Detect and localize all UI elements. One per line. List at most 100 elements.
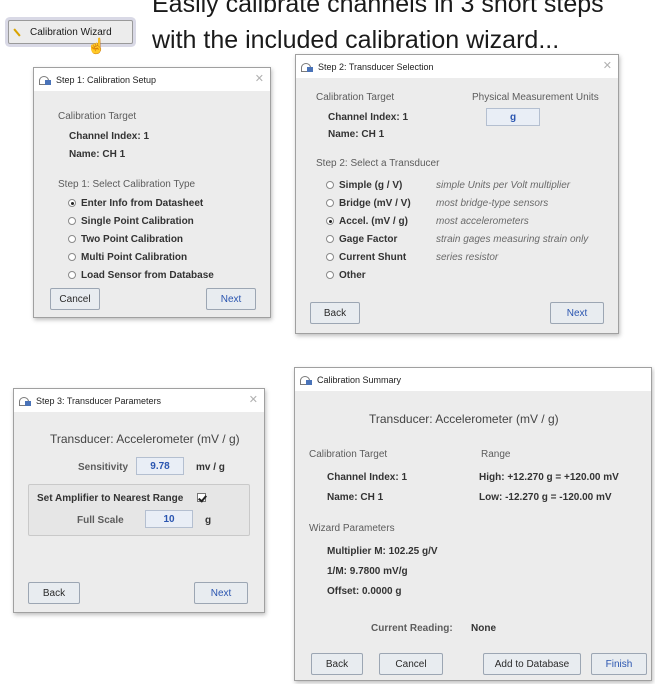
radio-button[interactable] [326, 217, 334, 225]
headline: Easily calibrate channels in 3 short ste… [152, 0, 652, 58]
summary-body: Transducer: Accelerometer (mV / g) Calib… [295, 391, 651, 680]
option-accel-desc: most accelerometers [436, 216, 529, 227]
radio-button[interactable] [326, 235, 334, 243]
full-scale-label: Full Scale [77, 515, 124, 526]
inverse-multiplier: 1/M: 9.7800 mV/g [327, 566, 408, 577]
radio-button[interactable] [68, 235, 76, 243]
option-current-shunt-desc: series resistor [436, 252, 499, 263]
amplifier-group: Set Amplifier to Nearest Range Full Scal… [28, 484, 250, 536]
wizard-params-label: Wizard Parameters [309, 523, 395, 534]
next-button[interactable]: Next [550, 302, 604, 324]
step1-title: Step 1: Calibration Setup [56, 74, 157, 85]
option-gage-factor-desc: strain gages measuring strain only [436, 234, 589, 245]
amplifier-checkbox[interactable] [197, 493, 206, 505]
option-gage-factor[interactable]: Gage Factor [326, 234, 397, 245]
back-button[interactable]: Back [310, 302, 360, 324]
cancel-button[interactable]: Cancel [379, 653, 443, 675]
step1-body: Calibration Target Channel Index: 1 Name… [34, 91, 270, 317]
radio-button[interactable] [326, 199, 334, 207]
radio-button[interactable] [68, 217, 76, 225]
wand-icon [15, 28, 23, 36]
radio-button[interactable] [68, 271, 76, 279]
close-icon[interactable]: ✕ [249, 393, 258, 406]
summary-titlebar: Calibration Summary [295, 368, 651, 391]
window-icon [39, 75, 51, 85]
step1-titlebar: Step 1: Calibration Setup ✕ [34, 68, 270, 91]
back-button[interactable]: Back [28, 582, 80, 604]
option-simple[interactable]: Simple (g / V) [326, 180, 402, 191]
range-label: Range [481, 449, 511, 460]
option-multi-point[interactable]: Multi Point Calibration [68, 252, 187, 263]
amplifier-label: Set Amplifier to Nearest Range [37, 493, 184, 504]
channel-name: Name: CH 1 [69, 149, 126, 160]
physical-units-label: Physical Measurement Units [472, 92, 599, 103]
radio-button[interactable] [68, 199, 76, 207]
summary-window: Calibration Summary Transducer: Accelero… [294, 367, 652, 681]
add-to-database-button[interactable]: Add to Database [483, 653, 581, 675]
radio-button[interactable] [326, 181, 334, 189]
back-button[interactable]: Back [311, 653, 363, 675]
calibration-wizard-button[interactable]: Calibration Wizard [8, 20, 133, 44]
transducer-heading: Transducer: Accelerometer (mV / g) [50, 432, 240, 446]
window-icon [301, 62, 313, 72]
channel-index: Channel Index: 1 [328, 112, 409, 123]
option-bridge-desc: most bridge-type sensors [436, 198, 549, 209]
step2-body: Calibration Target Physical Measurement … [296, 78, 618, 333]
full-scale-input[interactable]: 10 [145, 510, 193, 528]
hand-cursor-icon: ☝ [87, 38, 106, 55]
calibration-target-label: Calibration Target [309, 449, 388, 460]
headline-line-1: Easily calibrate channels in 3 short ste… [152, 0, 604, 18]
radio-button[interactable] [326, 271, 334, 279]
step3-body: Transducer: Accelerometer (mV / g) Sensi… [14, 412, 264, 612]
current-reading-value: None [471, 623, 496, 634]
transducer-heading: Transducer: Accelerometer (mV / g) [369, 412, 559, 426]
step3-titlebar: Step 3: Transducer Parameters ✕ [14, 389, 264, 412]
sensitivity-input[interactable]: 9.78 [136, 457, 184, 475]
calibration-target-label: Calibration Target [316, 92, 395, 103]
channel-index: Channel Index: 1 [327, 472, 408, 483]
step3-title: Step 3: Transducer Parameters [36, 395, 162, 406]
range-high: High: +12.270 g = +120.00 mV [479, 472, 619, 483]
step3-window: Step 3: Transducer Parameters ✕ Transduc… [13, 388, 265, 613]
current-reading-label: Current Reading: [371, 623, 453, 634]
option-load-database[interactable]: Load Sensor from Database [68, 270, 214, 281]
step2-window: Step 2: Transducer Selection ✕ Calibrati… [295, 54, 619, 334]
cancel-button[interactable]: Cancel [50, 288, 100, 310]
option-current-shunt[interactable]: Current Shunt [326, 252, 406, 263]
summary-title: Calibration Summary [317, 374, 402, 385]
multiplier: Multiplier M: 102.25 g/V [327, 546, 438, 557]
close-icon[interactable]: ✕ [603, 59, 612, 72]
next-button[interactable]: Next [194, 582, 248, 604]
select-transducer-label: Step 2: Select a Transducer [316, 158, 440, 169]
next-button[interactable]: Next [206, 288, 256, 310]
channel-name: Name: CH 1 [328, 129, 385, 140]
option-other[interactable]: Other [326, 270, 366, 281]
channel-name: Name: CH 1 [327, 492, 384, 503]
sensitivity-label: Sensitivity [78, 462, 129, 473]
units-field[interactable]: g [486, 108, 540, 126]
window-icon [19, 396, 31, 406]
calibration-target-label: Calibration Target [58, 111, 137, 122]
radio-button[interactable] [68, 253, 76, 261]
radio-button[interactable] [326, 253, 334, 261]
option-simple-desc: simple Units per Volt multiplier [436, 180, 571, 191]
close-icon[interactable]: ✕ [255, 72, 264, 85]
window-icon [300, 375, 312, 385]
option-single-point[interactable]: Single Point Calibration [68, 216, 194, 227]
option-accel[interactable]: Accel. (mV / g) [326, 216, 408, 227]
option-bridge[interactable]: Bridge (mV / V) [326, 198, 411, 209]
offset: Offset: 0.0000 g [327, 586, 402, 597]
sensitivity-unit: mv / g [196, 462, 225, 473]
channel-index: Channel Index: 1 [69, 131, 150, 142]
calibration-wizard-label: Calibration Wizard [30, 26, 112, 38]
select-type-label: Step 1: Select Calibration Type [58, 179, 196, 190]
full-scale-unit: g [205, 515, 212, 526]
step2-titlebar: Step 2: Transducer Selection ✕ [296, 55, 618, 78]
option-datasheet[interactable]: Enter Info from Datasheet [68, 198, 203, 209]
option-two-point[interactable]: Two Point Calibration [68, 234, 183, 245]
range-low: Low: -12.270 g = -120.00 mV [479, 492, 612, 503]
checkbox[interactable] [197, 493, 206, 502]
step2-title: Step 2: Transducer Selection [318, 61, 434, 72]
headline-line-2: with the included calibration wizard... [152, 26, 560, 54]
finish-button[interactable]: Finish [591, 653, 647, 675]
